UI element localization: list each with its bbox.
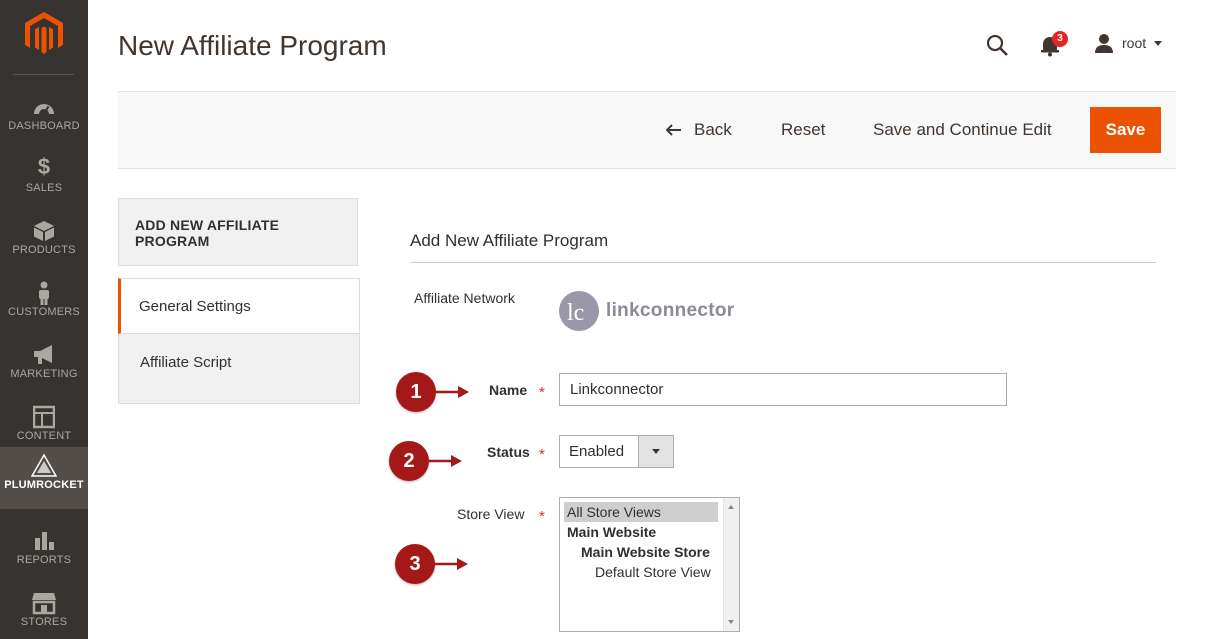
sidebar-item-sales[interactable]: $ SALES	[0, 150, 88, 212]
sidebar-item-label: STORES	[20, 616, 68, 628]
sidebar-item-stores[interactable]: STORES	[0, 584, 88, 639]
back-label: Back	[694, 120, 732, 139]
required-asterisk: *	[539, 384, 545, 401]
dashboard-icon	[34, 104, 54, 115]
tab-affiliate-script[interactable]: Affiliate Script	[118, 334, 360, 404]
store-option-group-website: Main Website	[567, 524, 657, 540]
person-icon	[39, 281, 49, 305]
admin-sidebar: DASHBOARD $ SALES PRODUCTS CUSTOMERS MAR…	[0, 0, 88, 639]
sidebar-item-label: PLUMROCKET	[4, 479, 84, 491]
sidebar-item-plumrocket[interactable]: PLUMROCKET	[0, 447, 88, 509]
linkconnector-logo-icon: lc	[559, 291, 599, 331]
sidebar-item-label: DASHBOARD	[8, 120, 80, 132]
box-icon	[34, 221, 54, 241]
plumrocket-icon	[31, 453, 57, 477]
sidebar-item-label: REPORTS	[16, 554, 72, 566]
name-label: Name	[489, 382, 528, 398]
sidebar-item-reports[interactable]: REPORTS	[0, 522, 88, 584]
chevron-down-icon	[638, 436, 673, 467]
user-icon	[1095, 34, 1113, 53]
store-view-label: Store View	[457, 506, 525, 522]
status-selected-value: Enabled	[569, 443, 625, 460]
megaphone-icon	[34, 345, 52, 364]
affiliate-network-label: Affiliate Network	[414, 290, 515, 306]
search-icon[interactable]	[985, 33, 1009, 57]
layout-icon	[33, 405, 55, 429]
linkconnector-logo: lc linkconnector	[558, 290, 734, 332]
name-input[interactable]	[559, 373, 1007, 406]
sidebar-item-label: CUSTOMERS	[8, 306, 80, 318]
notification-count-badge: 3	[1052, 31, 1068, 47]
page-title: New Affiliate Program	[118, 30, 387, 61]
callout-marker-3: 3	[395, 544, 435, 584]
reset-button[interactable]: Reset	[781, 92, 825, 168]
scroll-up-icon[interactable]	[728, 505, 734, 509]
store-option-default-view[interactable]: Default Store View	[595, 562, 711, 582]
status-label: Status	[487, 444, 530, 460]
sidebar-divider	[13, 74, 74, 75]
page-actions-bar: Back Reset Save and Continue Edit Save	[118, 91, 1176, 169]
sidebar-item-label: MARKETING	[10, 368, 78, 380]
magento-logo-icon[interactable]	[25, 12, 63, 56]
tabs-heading: ADD NEW AFFILIATE PROGRAM	[118, 198, 358, 266]
section-divider	[410, 262, 1156, 263]
required-asterisk: *	[539, 446, 545, 463]
arrow-left-icon	[666, 124, 681, 136]
bar-chart-icon	[35, 532, 54, 550]
back-button[interactable]: Back	[666, 92, 732, 168]
section-title: Add New Affiliate Program	[410, 231, 609, 250]
linkconnector-logo-text: linkconnector	[606, 300, 735, 321]
sidebar-item-marketing[interactable]: MARKETING	[0, 336, 88, 398]
svg-text:lc: lc	[567, 300, 584, 326]
store-option-group-store: Main Website Store	[581, 544, 710, 560]
store-icon	[32, 593, 56, 615]
store-option-all[interactable]: All Store Views	[564, 502, 718, 522]
user-name: root	[1122, 35, 1147, 51]
sidebar-item-dashboard[interactable]: DASHBOARD	[0, 88, 88, 150]
callout-marker-1: 1	[396, 372, 436, 412]
store-view-multiselect[interactable]: All Store Views Main Website Main Websit…	[559, 497, 740, 632]
callout-marker-2: 2	[389, 441, 429, 481]
tab-general-settings[interactable]: General Settings	[118, 278, 360, 334]
chevron-down-icon	[1154, 40, 1163, 46]
dollar-icon: $	[37, 154, 51, 179]
user-menu[interactable]: root	[1094, 31, 1163, 55]
sidebar-item-products[interactable]: PRODUCTS	[0, 212, 88, 274]
arrow-right-icon	[427, 455, 462, 467]
scroll-down-icon[interactable]	[728, 620, 734, 624]
sidebar-item-customers[interactable]: CUSTOMERS	[0, 274, 88, 336]
arrow-right-icon	[434, 386, 469, 398]
scrollbar[interactable]	[723, 498, 739, 631]
save-button[interactable]: Save	[1090, 107, 1161, 153]
required-asterisk: *	[539, 508, 545, 525]
save-and-continue-button[interactable]: Save and Continue Edit	[873, 92, 1052, 168]
sidebar-item-label: PRODUCTS	[12, 244, 76, 256]
sidebar-item-label: SALES	[25, 182, 63, 194]
arrow-right-icon	[433, 558, 468, 570]
sidebar-item-label: CONTENT	[16, 430, 72, 442]
status-select[interactable]: Enabled	[559, 435, 674, 468]
